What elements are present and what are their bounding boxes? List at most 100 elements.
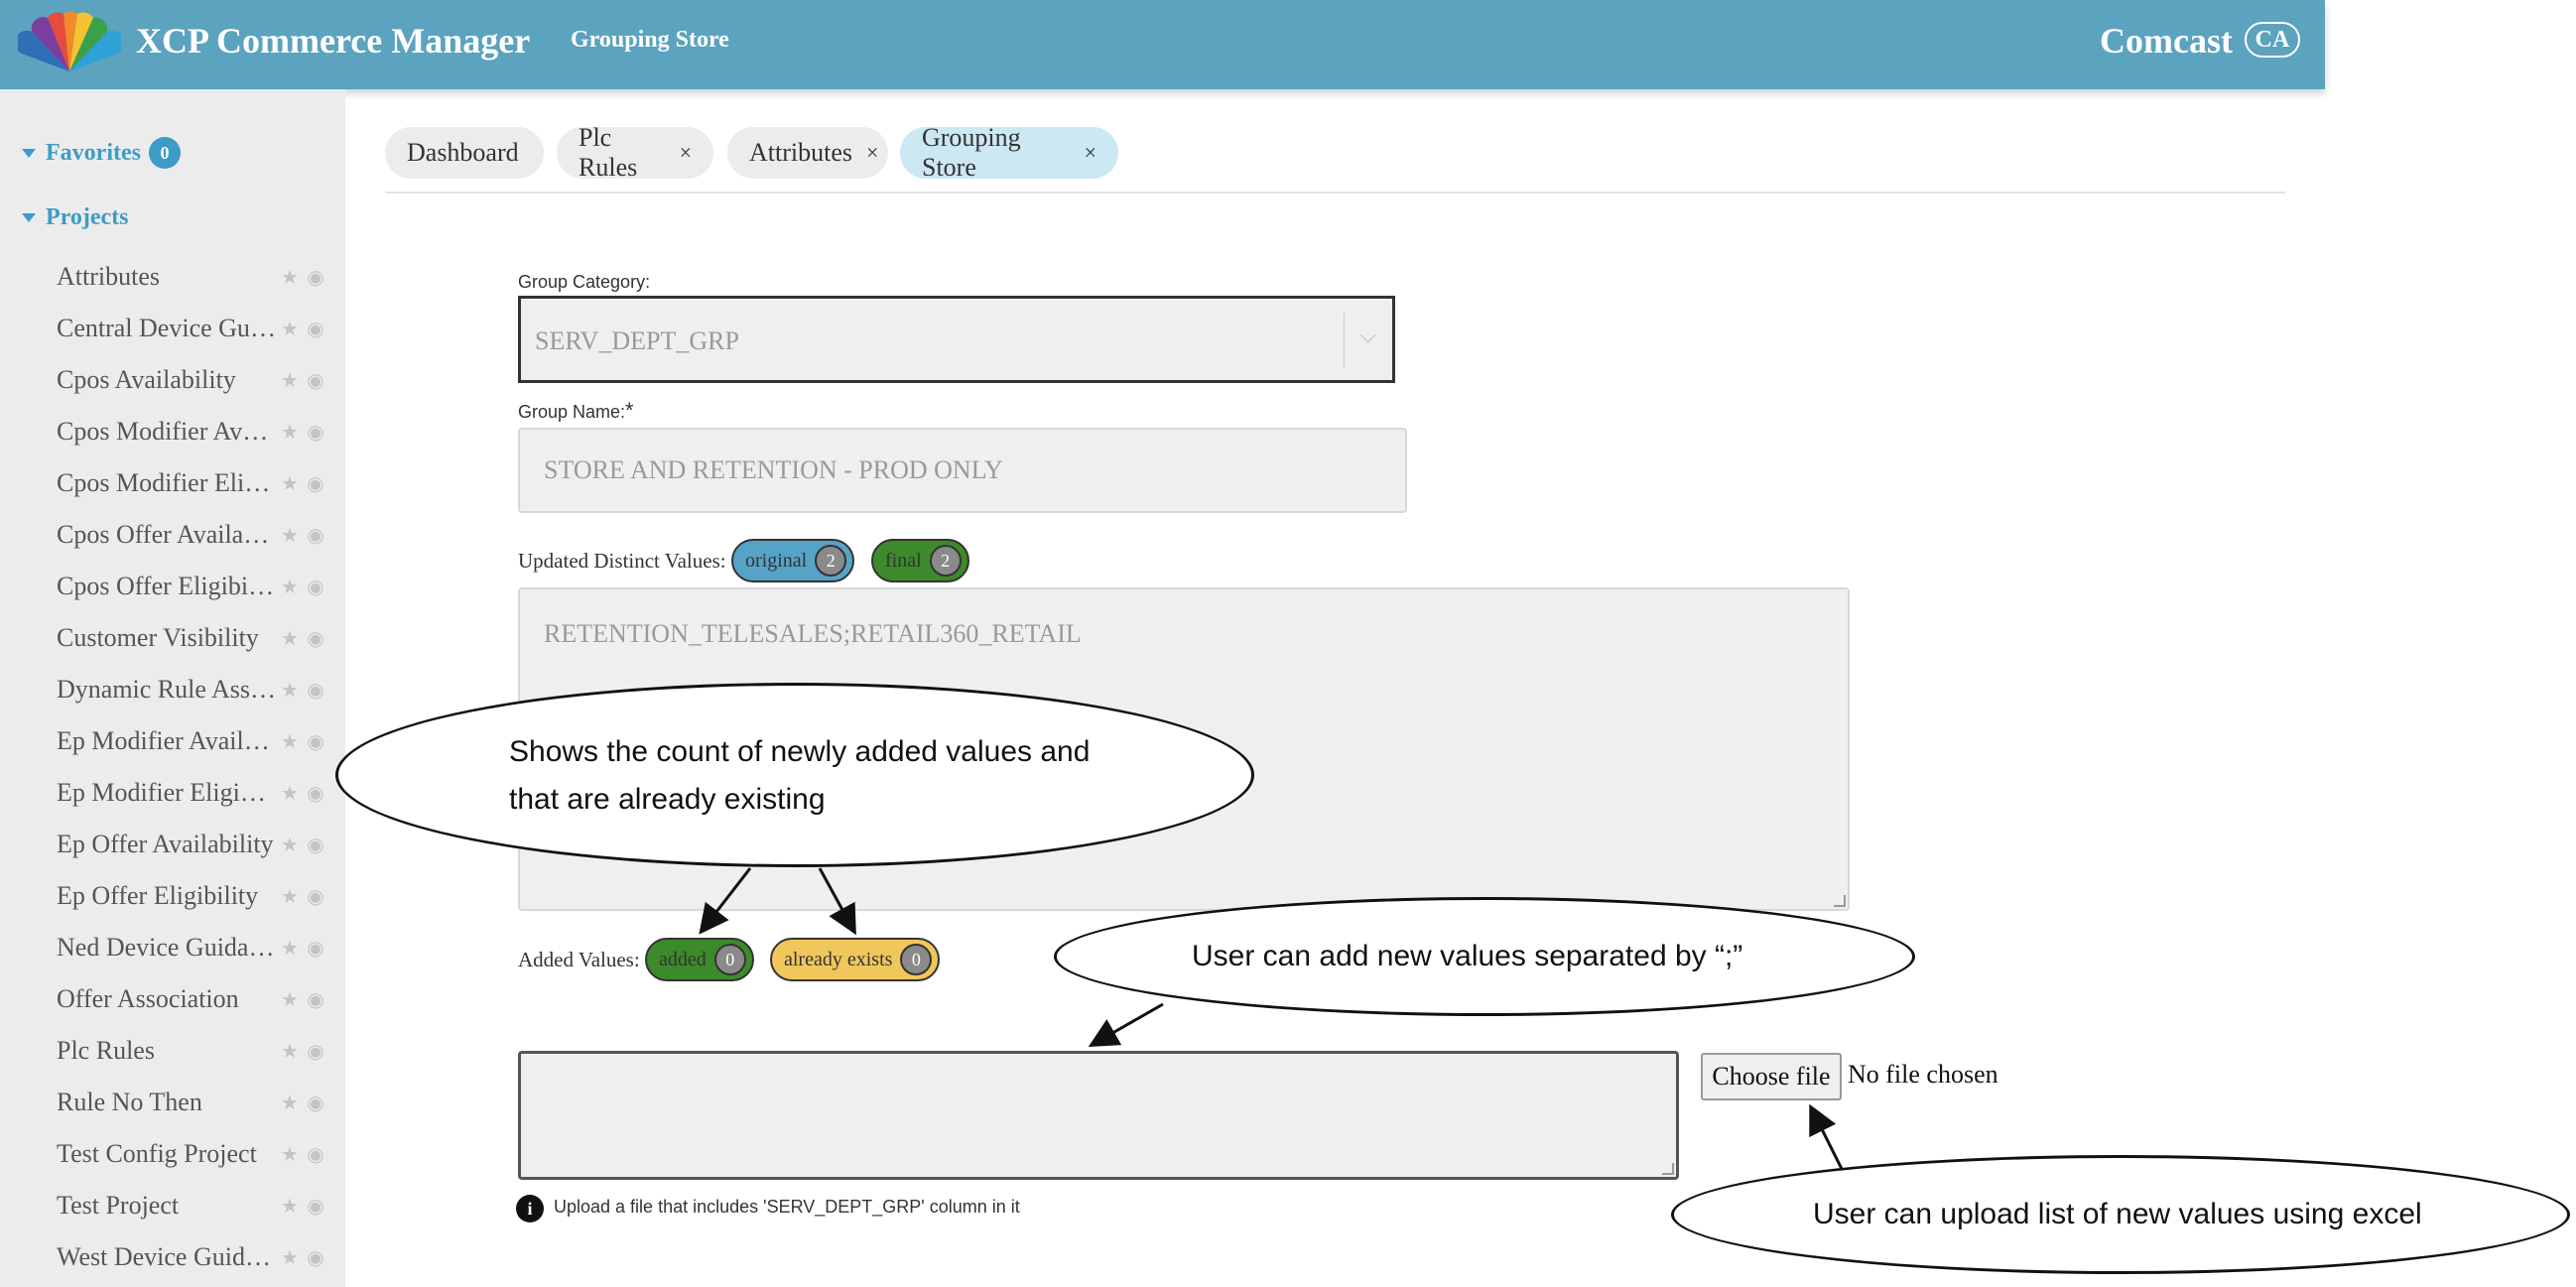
sidebar-project-item[interactable]: Offer Association ★ ◉ [57, 979, 339, 1019]
group-category-select[interactable]: SERV_DEPT_GRP ⌵ [518, 296, 1395, 383]
star-icon[interactable]: ★ [277, 264, 303, 290]
eye-icon[interactable]: ◉ [303, 1244, 328, 1270]
eye-icon[interactable]: ◉ [303, 470, 328, 496]
star-icon[interactable]: ★ [277, 832, 303, 857]
eye-icon[interactable]: ◉ [303, 264, 328, 290]
group-name-input[interactable]: STORE AND RETENTION - PROD ONLY [518, 428, 1407, 513]
star-icon[interactable]: ★ [277, 574, 303, 599]
sidebar-project-item[interactable]: Customer Visibility ★ ◉ [57, 618, 339, 658]
group-name-label-text: Group Name: [518, 402, 626, 422]
sidebar-item-label: Central Device Guidance [57, 314, 277, 342]
sidebar-project-item[interactable]: Cpos Offer Availability ★ ◉ [57, 515, 339, 555]
sidebar-project-item[interactable]: Cpos Modifier Eligibility★◉ [57, 463, 339, 503]
star-icon[interactable]: ★ [277, 367, 303, 393]
new-values-textarea[interactable] [518, 1051, 1679, 1180]
eye-icon[interactable]: ◉ [303, 832, 328, 857]
star-icon[interactable]: ★ [277, 470, 303, 496]
star-icon[interactable]: ★ [277, 522, 303, 548]
sidebar-project-item[interactable]: Plc Rules ★ ◉ [57, 1031, 339, 1071]
eye-icon[interactable]: ◉ [303, 728, 328, 754]
badge-count: 2 [929, 545, 962, 577]
app-title[interactable]: XCP Commerce Manager [136, 20, 530, 62]
tab-dashboard[interactable]: Dashboard [385, 127, 544, 179]
sidebar-project-item[interactable]: West Device Guidance ★ ◉ [57, 1237, 339, 1277]
sidebar-project-item[interactable]: Cpos Offer Eligibility ★ ◉ [57, 567, 339, 606]
sidebar-project-item[interactable]: Central Device Guidance★◉ [57, 309, 339, 348]
user-avatar[interactable]: CA [2245, 22, 2300, 58]
star-icon[interactable]: ★ [277, 780, 303, 806]
eye-icon[interactable]: ◉ [303, 625, 328, 651]
projects-toggle[interactable]: Projects [22, 204, 129, 231]
close-icon[interactable]: × [680, 140, 692, 166]
sidebar-project-item[interactable]: Test Config Project ★ ◉ [57, 1134, 339, 1174]
sidebar-project-item[interactable]: Cpos Availability ★ ◉ [57, 360, 339, 400]
eye-icon[interactable]: ◉ [303, 677, 328, 703]
eye-icon[interactable]: ◉ [303, 419, 328, 445]
peacock-logo-icon[interactable] [18, 10, 121, 73]
star-icon[interactable]: ★ [277, 1090, 303, 1115]
sidebar-item-label: Ep Offer Availability [57, 830, 274, 858]
eye-icon[interactable]: ◉ [303, 935, 328, 961]
tab-label: Plc Rules [579, 123, 638, 182]
eye-icon[interactable]: ◉ [303, 367, 328, 393]
star-icon[interactable]: ★ [277, 1038, 303, 1064]
top-header: XCP Commerce Manager Grouping Store Comc… [0, 0, 2325, 89]
eye-icon[interactable]: ◉ [303, 883, 328, 909]
sidebar-item-label: Cpos Modifier Availability [57, 417, 277, 446]
choose-file-button[interactable]: Choose file [1701, 1053, 1842, 1100]
star-icon[interactable]: ★ [277, 883, 303, 909]
star-icon[interactable]: ★ [277, 728, 303, 754]
sidebar-project-item[interactable]: Attributes ★ ◉ [57, 257, 339, 297]
sidebar-project-item[interactable]: Ned Device Guidance ★ ◉ [57, 928, 339, 967]
projects-label: Projects [46, 204, 129, 230]
distinct-values-text: RETENTION_TELESALES;RETAIL360_RETAIL [544, 619, 1082, 648]
eye-icon[interactable]: ◉ [303, 1090, 328, 1115]
star-icon[interactable]: ★ [277, 419, 303, 445]
eye-icon[interactable]: ◉ [303, 1141, 328, 1167]
required-marker: * [625, 398, 634, 423]
star-icon[interactable]: ★ [277, 1141, 303, 1167]
sidebar-project-item[interactable]: Ep Modifier Eligibility ★ ◉ [57, 773, 339, 813]
close-icon[interactable]: × [866, 140, 878, 166]
resize-handle-icon[interactable] [1662, 1163, 1674, 1175]
callout-text-line: User can upload list of new values using… [1813, 1198, 2422, 1230]
group-name-value: STORE AND RETENTION - PROD ONLY [544, 455, 1003, 484]
star-icon[interactable]: ★ [277, 625, 303, 651]
eye-icon[interactable]: ◉ [303, 1038, 328, 1064]
sidebar-project-item[interactable]: Test Project ★ ◉ [57, 1186, 339, 1225]
badge-label: already exists [784, 948, 893, 970]
callout-separator-explanation: User can add new values separated by “;” [1054, 897, 1915, 1016]
sidebar-project-item[interactable]: Ep Offer Eligibility ★ ◉ [57, 876, 339, 916]
resize-handle-icon[interactable] [1834, 895, 1846, 907]
updated-values-label: Updated Distinct Values: [518, 549, 726, 573]
close-icon[interactable]: × [1085, 140, 1096, 166]
sidebar-item-label: Test Project [57, 1191, 180, 1220]
tab-attributes[interactable]: Attributes × [727, 127, 888, 179]
star-icon[interactable]: ★ [277, 986, 303, 1012]
tab-grouping-store[interactable]: Grouping Store × [900, 123, 1118, 182]
eye-icon[interactable]: ◉ [303, 1193, 328, 1219]
upload-hint: Upload a file that includes 'SERV_DEPT_G… [554, 1197, 1020, 1217]
tab-plc-rules[interactable]: Plc Rules × [557, 123, 713, 182]
star-icon[interactable]: ★ [277, 677, 303, 703]
star-icon[interactable]: ★ [277, 1193, 303, 1219]
sidebar-project-item[interactable]: Ep Offer Availability ★ ◉ [57, 825, 339, 864]
sidebar-item-label: Cpos Availability [57, 365, 236, 394]
eye-icon[interactable]: ◉ [303, 986, 328, 1012]
sidebar-project-item[interactable]: Rule No Then ★ ◉ [57, 1083, 339, 1122]
eye-icon[interactable]: ◉ [303, 574, 328, 599]
star-icon[interactable]: ★ [277, 1244, 303, 1270]
sidebar-item-label: Attributes [57, 262, 160, 291]
eye-icon[interactable]: ◉ [303, 522, 328, 548]
sidebar-project-item[interactable]: Ep Modifier Availability★◉ [57, 721, 339, 761]
sidebar-project-item[interactable]: Dynamic Rule Assignment★◉ [57, 670, 339, 709]
select-divider [1344, 313, 1345, 368]
header-nav-grouping-store[interactable]: Grouping Store [571, 27, 729, 54]
group-category-value: SERV_DEPT_GRP [535, 326, 739, 355]
star-icon[interactable]: ★ [277, 316, 303, 341]
favorites-toggle[interactable]: Favorites 0 [22, 137, 181, 169]
sidebar-project-item[interactable]: Cpos Modifier Availability★◉ [57, 412, 339, 451]
eye-icon[interactable]: ◉ [303, 780, 328, 806]
eye-icon[interactable]: ◉ [303, 316, 328, 341]
star-icon[interactable]: ★ [277, 935, 303, 961]
